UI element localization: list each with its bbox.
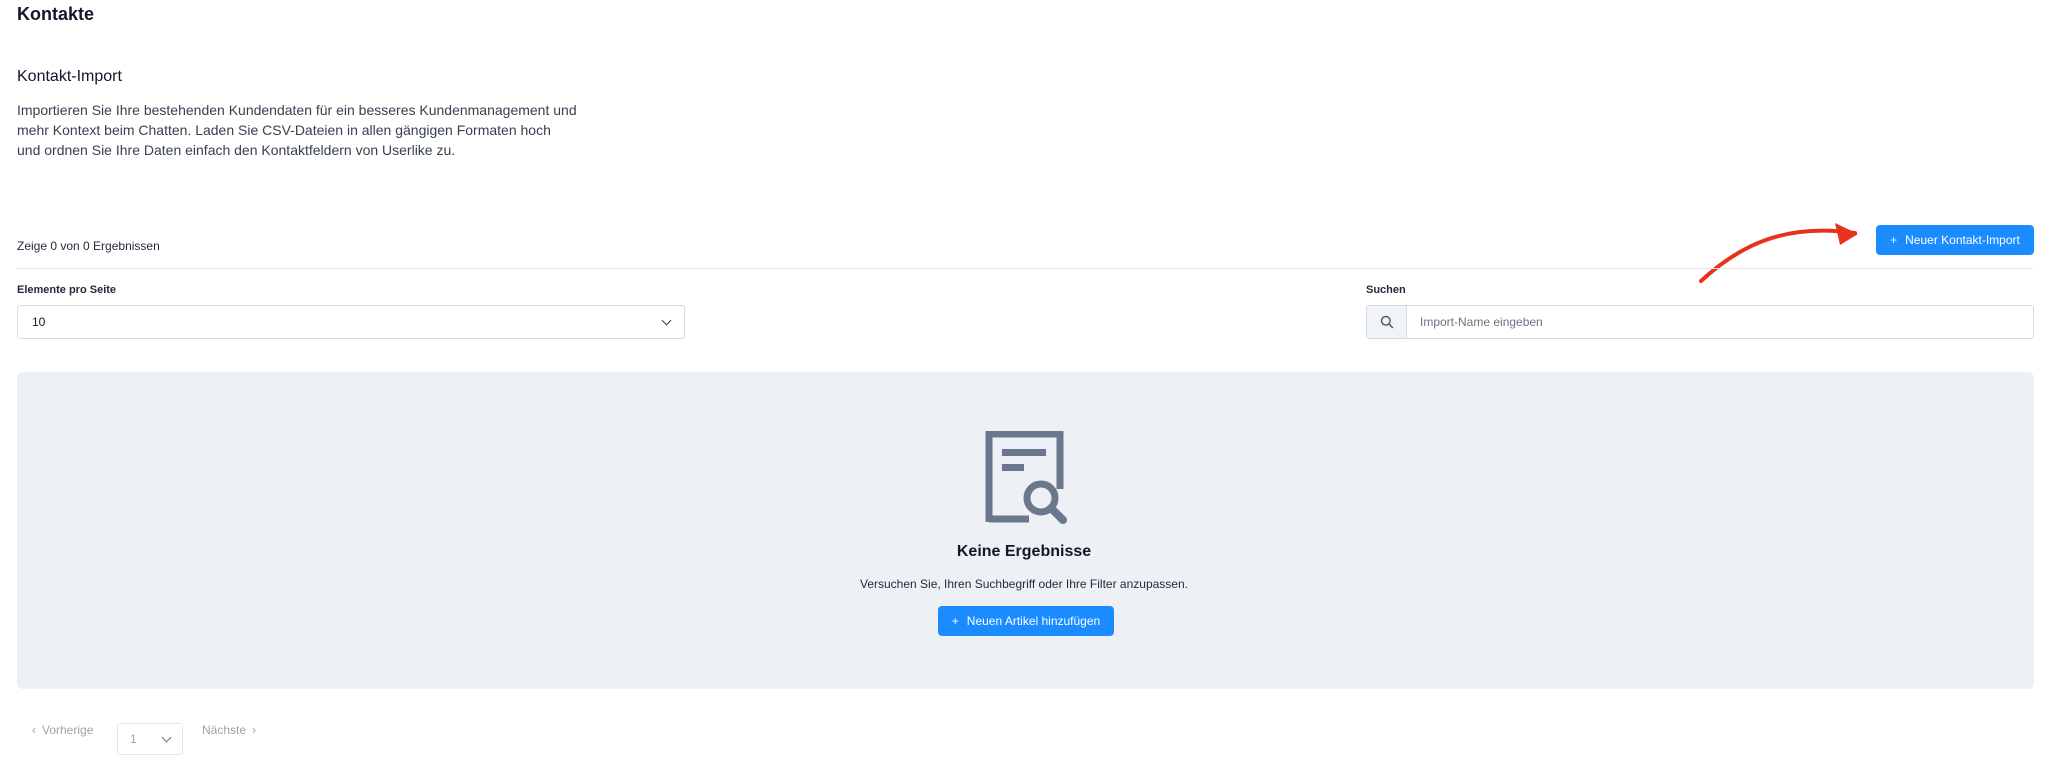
chevron-down-icon	[161, 732, 172, 742]
add-new-article-label: Neuen Artikel hinzufügen	[966, 614, 1101, 628]
pagination-next-label: Nächste	[202, 723, 247, 737]
chevron-left-icon: ‹	[32, 723, 36, 737]
section-title: Kontakt-Import	[17, 68, 122, 85]
divider	[17, 268, 2033, 269]
new-contact-import-button[interactable]: + Neuer Kontakt-Import	[1876, 225, 2034, 255]
plus-icon: +	[1890, 233, 1898, 247]
add-new-article-button[interactable]: + Neuen Artikel hinzufügen	[938, 606, 1114, 636]
plus-icon: +	[951, 614, 959, 628]
search-field	[1366, 305, 2034, 339]
section-description: Importieren Sie Ihre bestehenden Kundend…	[17, 102, 577, 158]
annotation-arrow	[1699, 223, 1858, 283]
empty-state-text: Versuchen Sie, Ihren Suchbegriff oder Ih…	[860, 577, 1188, 591]
empty-state-title: Keine Ergebnisse	[956, 543, 1092, 560]
search-input[interactable]	[1407, 306, 2033, 338]
search-icon	[1367, 306, 1407, 338]
document-search-icon	[985, 431, 1067, 524]
pagination-next[interactable]: Nächste ›	[202, 723, 256, 737]
items-per-page-label: Elemente pro Seite	[17, 284, 117, 296]
page-title: Kontakte	[17, 4, 95, 24]
results-count: Zeige 0 von 0 Ergebnissen	[17, 239, 160, 253]
items-per-page-value: 10	[32, 315, 46, 329]
chevron-down-icon	[661, 315, 672, 325]
current-page: 1	[130, 732, 137, 746]
empty-state-panel	[17, 372, 2034, 689]
chevron-right-icon: ›	[252, 723, 257, 737]
page-number-select[interactable]: 1	[117, 723, 183, 755]
pagination-previous-label: Vorherige	[42, 723, 94, 737]
new-contact-import-label: Neuer Kontakt-Import	[1905, 233, 2020, 247]
search-label: Suchen	[1366, 284, 1406, 296]
pagination-previous[interactable]: ‹ Vorherige	[32, 723, 93, 737]
items-per-page-select[interactable]: 10	[17, 305, 685, 339]
